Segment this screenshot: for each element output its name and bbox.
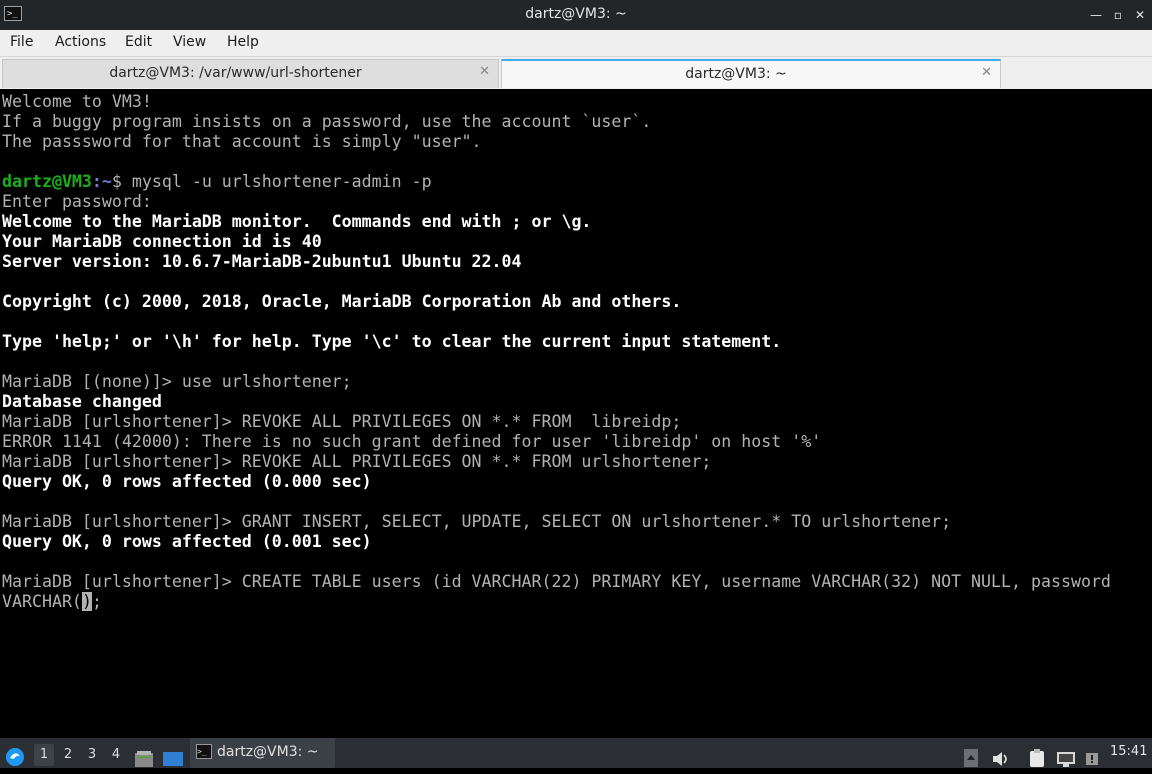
menu-actions[interactable]: Actions — [55, 34, 106, 50]
file-manager-icon[interactable] — [134, 744, 154, 774]
terminal-line: ERROR 1141 (42000): There is no such gra… — [2, 432, 822, 451]
tab-label: dartz@VM3: /var/www/url-shortener — [109, 65, 362, 81]
window-title: dartz@VM3: ~ — [525, 6, 627, 22]
tray-up-arrow-icon[interactable] — [963, 743, 979, 773]
shell-prompt-line: dartz@VM3:~$ mysql -u urlshortener-admin… — [2, 172, 432, 192]
terminal-line: Type 'help;' or '\h' for help. Type '\c'… — [2, 332, 782, 351]
clock[interactable]: 15:41 — [1110, 744, 1147, 774]
terminal-line: Enter password: — [2, 192, 152, 211]
input-text: ; — [91, 592, 102, 611]
maximize-icon[interactable]: ▫ — [1108, 5, 1128, 25]
prompt-command: mysql -u urlshortener-admin -p — [131, 172, 432, 191]
menu-view[interactable]: View — [173, 34, 206, 50]
minimize-icon[interactable]: — — [1086, 5, 1106, 25]
terminal-line: The passsword for that account is simply… — [2, 132, 482, 151]
desktop-1[interactable]: 1 — [34, 744, 54, 766]
clipboard-icon[interactable] — [1027, 743, 1047, 773]
prompt-symbol: $ — [111, 172, 132, 191]
terminal-line: Query OK, 0 rows affected (0.000 sec) — [2, 472, 372, 491]
terminal-line: MariaDB [urlshortener]> CREATE TABLE use… — [2, 572, 1111, 591]
volume-icon[interactable] — [991, 744, 1011, 774]
terminal-line: Welcome to VM3! — [2, 92, 152, 111]
window-titlebar: >_ dartz@VM3: ~ — ▫ ✕ — [0, 0, 1152, 30]
network-icon[interactable] — [1055, 744, 1077, 774]
desktop-3[interactable]: 3 — [82, 744, 102, 766]
text-cursor: ) — [81, 592, 92, 611]
task-label: dartz@VM3: ~ — [217, 744, 319, 760]
terminal-line: MariaDB [urlshortener]> REVOKE ALL PRIVI… — [2, 412, 682, 431]
tab-url-shortener[interactable]: dartz@VM3: /var/www/url-shortener ✕ — [2, 59, 499, 88]
taskbar: 1 2 3 4 >_ dartz@VM3: ~ 15:41 — [0, 738, 1152, 768]
desktop-4[interactable]: 4 — [106, 744, 126, 766]
terminal-line: MariaDB [urlshortener]> GRANT INSERT, SE… — [2, 512, 952, 531]
terminal-line: Welcome to the MariaDB monitor. Commands… — [2, 212, 592, 231]
task-terminal-button[interactable]: >_ dartz@VM3: ~ — [190, 738, 335, 768]
terminal-line: Query OK, 0 rows affected (0.001 sec) — [2, 532, 372, 551]
terminal-line: Server version: 10.6.7-MariaDB-2ubuntu1 … — [2, 252, 522, 271]
desktop-2[interactable]: 2 — [58, 744, 78, 766]
terminal-input-line: VARCHAR(); — [2, 592, 102, 612]
terminal-icon: >_ — [196, 744, 212, 759]
close-icon[interactable]: ✕ — [1130, 5, 1150, 25]
terminal-output[interactable]: Welcome to VM3! If a buggy program insis… — [0, 90, 1152, 738]
show-desktop-icon[interactable] — [162, 744, 184, 774]
menu-edit[interactable]: Edit — [125, 34, 152, 50]
notification-icon[interactable] — [1083, 744, 1101, 774]
tab-close-icon[interactable]: ✕ — [479, 64, 490, 79]
prompt-user-host: dartz@VM3 — [2, 172, 92, 191]
input-text: VARCHAR( — [2, 592, 82, 611]
prompt-path: :~ — [91, 172, 112, 191]
menu-bar: File Actions Edit View Help — [0, 30, 1152, 57]
menu-help[interactable]: Help — [227, 34, 259, 50]
terminal-line: MariaDB [urlshortener]> REVOKE ALL PRIVI… — [2, 452, 712, 471]
tab-label: dartz@VM3: ~ — [685, 66, 787, 82]
terminal-line: MariaDB [(none)]> use urlshortener; — [2, 372, 352, 391]
tab-close-icon[interactable]: ✕ — [981, 65, 992, 80]
menu-file[interactable]: File — [10, 34, 33, 50]
tab-bar: dartz@VM3: /var/www/url-shortener ✕ dart… — [0, 57, 1152, 89]
terminal-line: Copyright (c) 2000, 2018, Oracle, MariaD… — [2, 292, 682, 311]
tab-home[interactable]: dartz@VM3: ~ ✕ — [501, 59, 1001, 88]
terminal-line: Your MariaDB connection id is 40 — [2, 232, 322, 251]
terminal-line: If a buggy program insists on a password… — [2, 112, 652, 131]
terminal-line: Database changed — [2, 392, 162, 411]
